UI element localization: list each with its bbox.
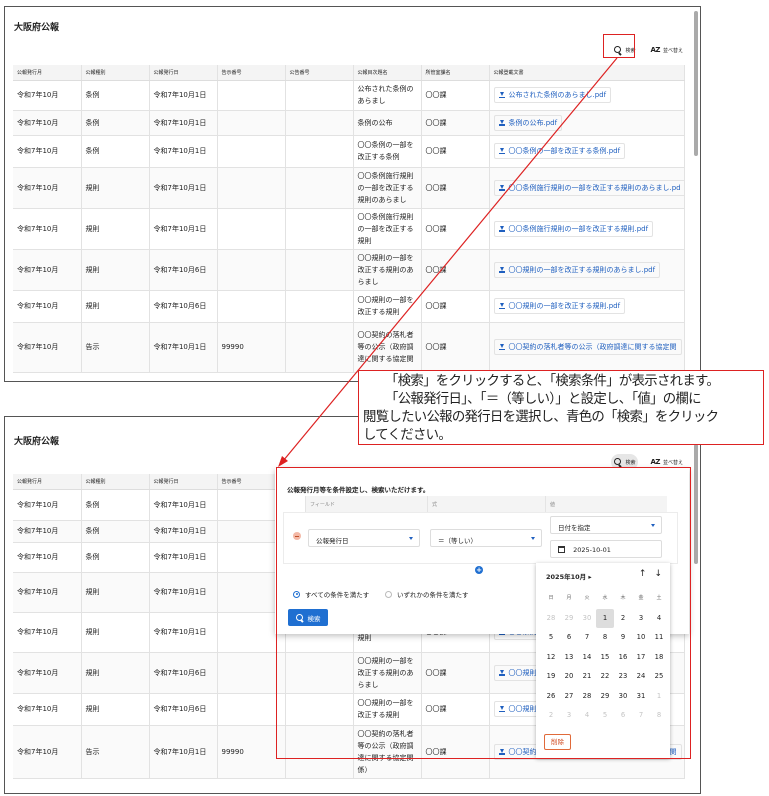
annotation-arrow — [278, 57, 618, 467]
